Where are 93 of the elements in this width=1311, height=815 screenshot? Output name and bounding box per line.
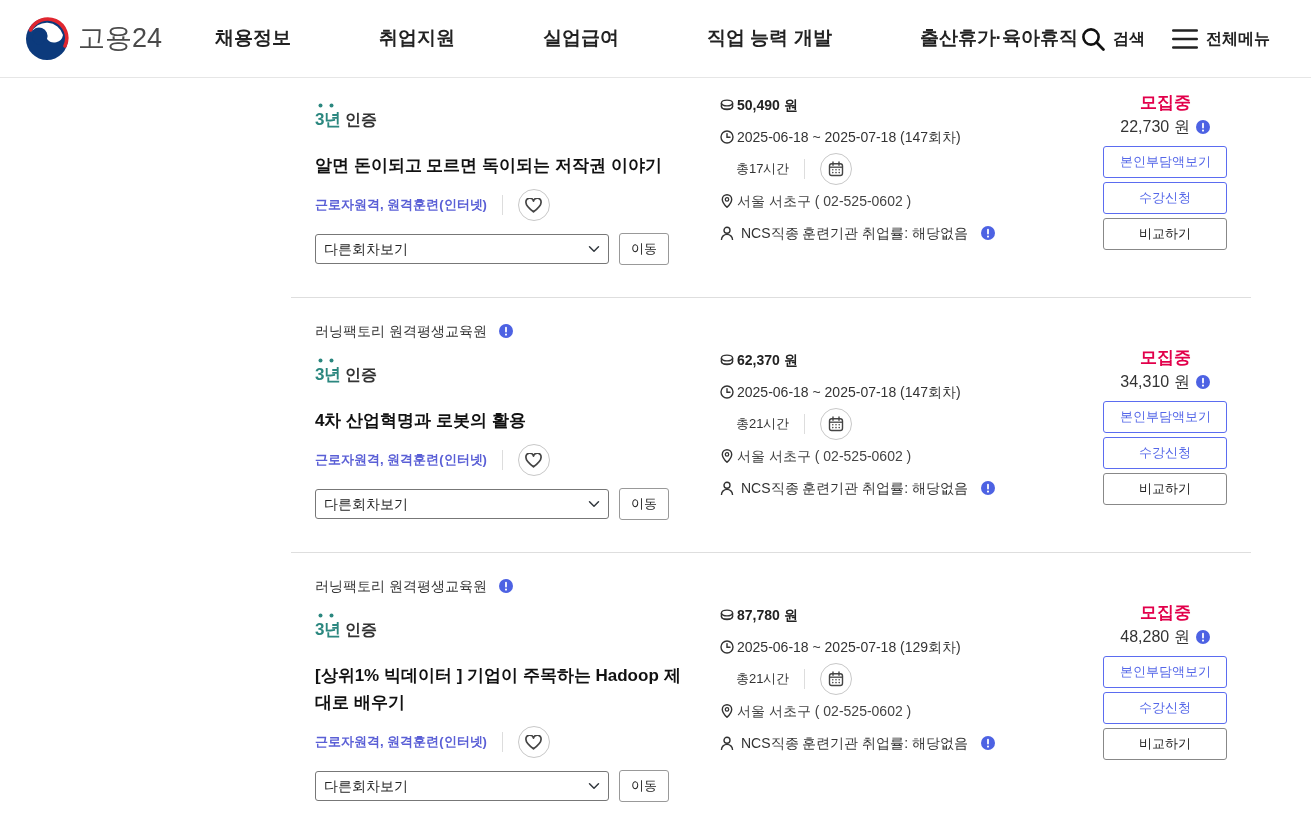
enroll-button[interactable]: 수강신청 [1103, 182, 1227, 214]
course-tags: 근로자원격, 원격훈련(인터넷) [315, 450, 487, 470]
clock-icon [720, 130, 734, 144]
calendar-button[interactable] [820, 408, 853, 440]
session-dropdown[interactable]: 다른회차보기 [315, 234, 609, 264]
favorite-button[interactable] [517, 189, 550, 221]
course-price: 50,490 원 [737, 95, 798, 115]
location-pin-icon [720, 449, 734, 463]
course-period: 2025-06-18 ~ 2025-07-18 (129회차) [737, 637, 961, 657]
session-dropdown[interactable]: 다른회차보기 [315, 771, 609, 801]
employment-rate: NCS직종 훈련기관 취업률: 해당없음 [741, 223, 969, 243]
self-pay-button[interactable]: 본인부담액보기 [1103, 656, 1227, 688]
nav-link[interactable]: 채용정보 [215, 24, 292, 53]
employment-rate: NCS직종 훈련기관 취업률: 해당없음 [741, 478, 969, 498]
go-button[interactable]: 이동 [619, 488, 669, 520]
course-title[interactable]: 4차 산업혁명과 로봇의 활용 [315, 407, 688, 434]
clock-icon [720, 385, 734, 399]
person-icon [720, 226, 734, 240]
logo-text: 고용24 [78, 25, 163, 52]
course-price: 87,780 원 [737, 605, 798, 625]
search-icon [1081, 26, 1105, 51]
recruit-status: 모집중 [1138, 92, 1192, 114]
employment-rate: NCS직종 훈련기관 취업률: 해당없음 [741, 733, 969, 753]
certification-years: 3년 [315, 619, 342, 641]
info-icon[interactable] [981, 481, 996, 495]
course-location: 서울 서초구 ( 02-525-0602 ) [737, 191, 912, 211]
person-icon [720, 481, 734, 495]
info-icon[interactable] [981, 736, 996, 750]
certification-label: 인증 [345, 365, 378, 385]
course-title[interactable]: 알면 돈이되고 모르면 독이되는 저작권 이야기 [315, 152, 688, 179]
course-location: 서울 서초구 ( 02-525-0602 ) [737, 701, 912, 721]
location-pin-icon [720, 194, 734, 208]
institution-name: 러닝팩토리 원격평생교육원 [315, 576, 487, 596]
heart-icon [525, 734, 543, 750]
course-hours: 총21시간 [736, 670, 790, 689]
calendar-icon [828, 671, 845, 687]
self-pay-amount: 48,280 원 [1120, 627, 1190, 647]
coins-icon [720, 353, 734, 367]
coins-icon [720, 608, 734, 622]
course-title[interactable]: [상위1% 빅데이터 ] 기업이 주목하는 Hadoop 제대로 배우기 [315, 662, 688, 716]
recruit-status: 모집중 [1138, 602, 1192, 624]
certification-years: 3년 [315, 109, 342, 131]
favorite-button[interactable] [517, 444, 550, 476]
course-period: 2025-06-18 ~ 2025-07-18 (147회차) [737, 382, 961, 402]
certification-label: 인증 [345, 110, 378, 130]
course-tags: 근로자원격, 원격훈련(인터넷) [315, 732, 487, 752]
course-hours: 총21시간 [736, 415, 790, 434]
compare-button[interactable]: 비교하기 [1103, 728, 1227, 760]
coins-icon [720, 98, 734, 112]
go-button[interactable]: 이동 [619, 233, 669, 265]
nav-link[interactable]: 실업급여 [543, 24, 620, 53]
nav-link[interactable]: 취업지원 [379, 24, 456, 53]
logo-icon [25, 16, 69, 61]
compare-button[interactable]: 비교하기 [1103, 473, 1227, 505]
menu-icon [1172, 28, 1198, 49]
self-pay-button[interactable]: 본인부담액보기 [1103, 401, 1227, 433]
calendar-icon [828, 416, 845, 432]
info-icon[interactable] [498, 324, 513, 338]
certification-years: 3년 [315, 364, 342, 386]
clock-icon [720, 640, 734, 654]
location-pin-icon [720, 704, 734, 718]
person-icon [720, 736, 734, 750]
info-icon[interactable] [1195, 120, 1210, 134]
info-icon[interactable] [498, 579, 513, 593]
self-pay-amount: 34,310 원 [1120, 372, 1190, 392]
compare-button[interactable]: 비교하기 [1103, 218, 1227, 250]
menu-button[interactable]: 전체메뉴 [1172, 26, 1270, 51]
course-period: 2025-06-18 ~ 2025-07-18 (147회차) [737, 127, 961, 147]
calendar-icon [828, 161, 845, 177]
course-tags: 근로자원격, 원격훈련(인터넷) [315, 195, 487, 215]
info-icon[interactable] [1195, 375, 1210, 389]
search-button[interactable]: 검색 [1081, 26, 1145, 51]
info-icon[interactable] [981, 226, 996, 240]
course-price: 62,370 원 [737, 350, 798, 370]
self-pay-amount: 22,730 원 [1120, 117, 1190, 137]
calendar-button[interactable] [820, 153, 853, 185]
certification-label: 인증 [345, 620, 378, 640]
info-icon[interactable] [1195, 630, 1210, 644]
recruit-status: 모집중 [1138, 347, 1192, 369]
go-button[interactable]: 이동 [619, 770, 669, 802]
nav-link[interactable]: 출산휴가·육아휴직 [919, 24, 1078, 53]
course-hours: 총17시간 [736, 160, 790, 179]
heart-icon [525, 197, 543, 213]
nav-link[interactable]: 직업 능력 개발 [707, 24, 832, 53]
calendar-button[interactable] [820, 663, 853, 695]
favorite-button[interactable] [517, 726, 550, 758]
self-pay-button[interactable]: 본인부담액보기 [1103, 146, 1227, 178]
enroll-button[interactable]: 수강신청 [1103, 437, 1227, 469]
institution-name: 러닝팩토리 원격평생교육원 [315, 321, 487, 341]
course-location: 서울 서초구 ( 02-525-0602 ) [737, 446, 912, 466]
enroll-button[interactable]: 수강신청 [1103, 692, 1227, 724]
session-dropdown[interactable]: 다른회차보기 [315, 489, 609, 519]
heart-icon [525, 452, 543, 468]
